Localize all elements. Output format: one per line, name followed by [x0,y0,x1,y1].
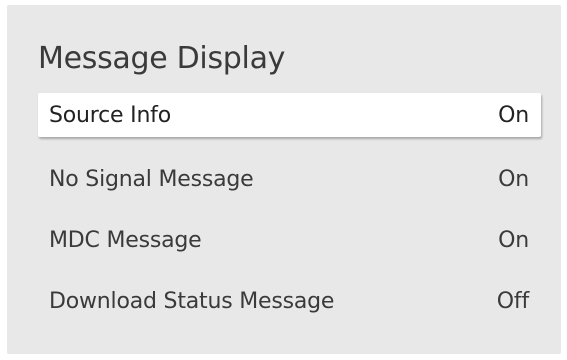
menu-item-label: Download Status Message [49,288,335,314]
menu-item-value: On [498,102,529,128]
menu-item-value: On [498,166,529,192]
menu-item-source-info[interactable]: Source Info On [38,93,541,137]
menu-item-label: No Signal Message [49,166,254,192]
message-display-panel: Message Display Source Info On No Signal… [7,5,561,354]
page-title: Message Display [38,41,286,76]
menu-item-label: Source Info [49,102,171,128]
menu-item-mdc-message[interactable]: MDC Message On [38,218,541,262]
menu-item-value: On [498,227,529,253]
menu-item-no-signal-message[interactable]: No Signal Message On [38,157,541,201]
menu-item-label: MDC Message [49,227,202,253]
menu-item-value: Off [496,288,529,314]
menu-item-download-status-message[interactable]: Download Status Message Off [38,279,541,323]
